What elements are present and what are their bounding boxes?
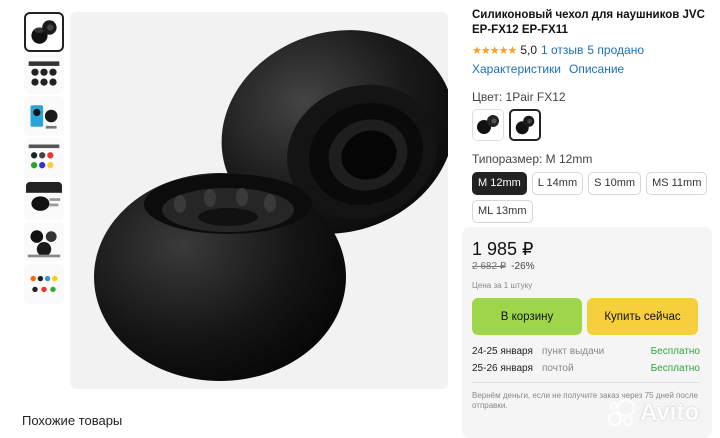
reviews-link[interactable]: 1 отзыв [541,43,583,57]
avito-watermark: Avito [606,395,716,431]
price-per-unit: Цена за 1 штуку [472,281,533,290]
size-options: M 12mm L 14mm S 10mm MS 11mm ML 13mm [472,172,712,223]
delivery-method: пункт выдачи [542,346,605,357]
color-swatch-1[interactable] [472,109,504,141]
thumbnail-1[interactable] [24,12,64,52]
size-option-ms11[interactable]: MS 11mm [646,172,708,195]
size-option-ml13[interactable]: ML 13mm [472,200,533,223]
divider [472,382,700,383]
thumbnail-6[interactable] [24,222,64,262]
info-tabs: Характеристики Описание [472,62,712,76]
rating-value: 5,0 [520,43,537,57]
star-rating-icon: ★★★★★ [472,44,517,57]
delivery-price: Бесплатно [650,363,700,374]
product-title: Силиконовый чехол для наушников JVC EP-F… [472,9,705,36]
add-to-cart-button[interactable]: В корзину [472,298,582,335]
sold-count: 5 продано [587,43,644,57]
color-label: Цвет: 1Pair FX12 [472,90,566,104]
size-option-s10[interactable]: S 10mm [588,172,642,195]
thumbnail-3[interactable] [24,96,64,136]
tab-description[interactable]: Описание [569,62,624,76]
current-price: 1 985 ₽ [472,239,534,259]
tab-characteristics[interactable]: Характеристики [472,62,561,76]
buy-now-button[interactable]: Купить сейчас [587,298,698,335]
size-option-m12[interactable]: M 12mm [472,172,527,195]
thumbnail-5[interactable] [24,180,64,220]
thumbnail-7[interactable] [24,264,64,304]
color-swatches [472,109,712,141]
watermark-text: Avito [640,399,700,426]
size-label: Типоразмер: M 12mm [472,152,593,166]
thumbnail-4[interactable] [24,138,64,178]
delivery-dates: 25-26 января [472,363,533,374]
thumbnail-strip [24,12,64,306]
discount-badge: -26% [511,261,535,272]
old-price: 2 682 ₽ [472,261,507,272]
delivery-method: почтой [542,363,574,374]
old-price-row: 2 682 ₽ -26% [472,261,535,272]
thumbnail-2[interactable] [24,54,64,94]
rating-row: ★★★★★ 5,0 1 отзыв 5 продано [472,43,712,57]
product-main-image[interactable] [70,12,448,389]
similar-products-heading: Похожие товары [22,413,123,428]
product-page: Похожие товары Силиконовый чехол для нау… [0,0,720,438]
color-swatch-2[interactable] [509,109,541,141]
size-option-l14[interactable]: L 14mm [531,172,584,195]
product-info: Силиконовый чехол для наушников JVC EP-F… [472,8,712,223]
earbud-tips-illustration [94,30,448,381]
avito-logo-icon [607,398,636,427]
delivery-option-post: 25-26 января почтой Бесплатно [472,363,700,374]
delivery-option-pickup: 24-25 января пункт выдачи Бесплатно [472,346,700,357]
delivery-dates: 24-25 января [472,346,533,357]
delivery-price: Бесплатно [650,346,700,357]
